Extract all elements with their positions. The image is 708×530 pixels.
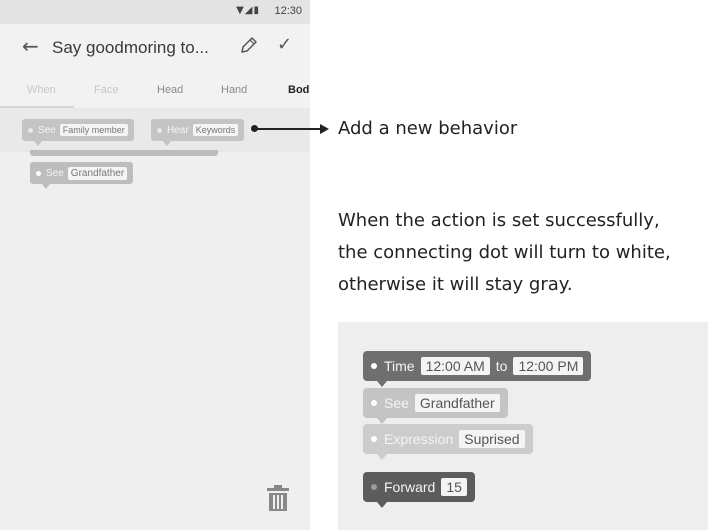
explanation-line: When the action is set successfully, (338, 210, 660, 231)
block-value[interactable]: Keywords (192, 124, 239, 136)
block-value[interactable]: 15 (441, 478, 467, 496)
status-dot (28, 127, 33, 133)
block-value[interactable]: Grandfather (67, 166, 128, 180)
check-icon[interactable]: ✓ (277, 34, 292, 55)
block-keyword: Time (384, 358, 415, 374)
status-dot (371, 484, 377, 490)
block-value[interactable]: Family member (59, 124, 128, 136)
time-to-word: to (495, 358, 508, 374)
status-dot (36, 170, 41, 176)
phone-screen: ▼◢▮ 12:30 ← Say goodmoring to... ✓ When … (0, 0, 310, 530)
block-notch (377, 502, 387, 508)
time-block[interactable]: Time 12:00 AM to 12:00 PM (363, 351, 592, 387)
page-title: Say goodmoring to... (52, 38, 209, 57)
block-keyword: Expression (384, 431, 454, 447)
block-keyword: See (384, 395, 409, 411)
block-keyword: Hear (167, 124, 189, 136)
see-family-block[interactable]: See Family member (22, 119, 134, 146)
back-arrow-icon[interactable]: ← (22, 34, 39, 58)
status-time: 12:30 (274, 5, 302, 17)
connector-line (253, 128, 323, 130)
tab-face[interactable]: Face (94, 84, 118, 96)
status-dot (371, 363, 377, 369)
see-block[interactable]: See Grandfather (363, 388, 508, 424)
hear-keywords-block[interactable]: Hear Keywords (151, 119, 245, 146)
block-value[interactable]: Suprised (459, 430, 525, 448)
block-underbar (30, 150, 218, 156)
tab-hand[interactable]: Hand (221, 84, 247, 96)
app-bar: ← Say goodmoring to... ✓ (0, 24, 310, 72)
block-notch (377, 454, 387, 460)
example-panel: Time 12:00 AM to 12:00 PM See Grandfathe… (338, 322, 708, 530)
forward-block[interactable]: Forward 15 (363, 472, 475, 508)
status-bar: ▼◢▮ 12:30 (0, 0, 310, 24)
trash-icon[interactable] (266, 484, 290, 512)
explanation-text: When the action is set successfully, the… (338, 205, 708, 301)
block-keyword: See (38, 124, 56, 136)
status-dot (157, 127, 162, 133)
tab-bar: When Face Head Hand Bod (0, 72, 310, 109)
tab-when[interactable]: When (27, 84, 56, 96)
status-icons: ▼◢▮ (236, 5, 260, 16)
block-keyword: Forward (384, 479, 436, 495)
status-dot (371, 436, 377, 442)
callout-add-behavior: Add a new behavior (338, 118, 518, 139)
arrow-right-icon (320, 124, 329, 134)
explanation-line: otherwise it will stay gray. (338, 274, 573, 295)
expression-block[interactable]: Expression Suprised (363, 424, 533, 460)
see-grandfather-block[interactable]: See Grandfather (30, 162, 134, 189)
block-keyword: See (46, 167, 64, 179)
time-from-value[interactable]: 12:00 AM (420, 357, 490, 375)
pencil-icon[interactable] (238, 34, 260, 56)
explanation-line: the connecting dot will turn to white, (338, 242, 671, 263)
block-value[interactable]: Grandfather (414, 394, 500, 412)
block-notch (377, 381, 387, 387)
tab-body[interactable]: Bod (288, 84, 309, 96)
tab-head[interactable]: Head (157, 84, 183, 96)
time-to-value[interactable]: 12:00 PM (513, 357, 584, 375)
status-dot (371, 400, 377, 406)
